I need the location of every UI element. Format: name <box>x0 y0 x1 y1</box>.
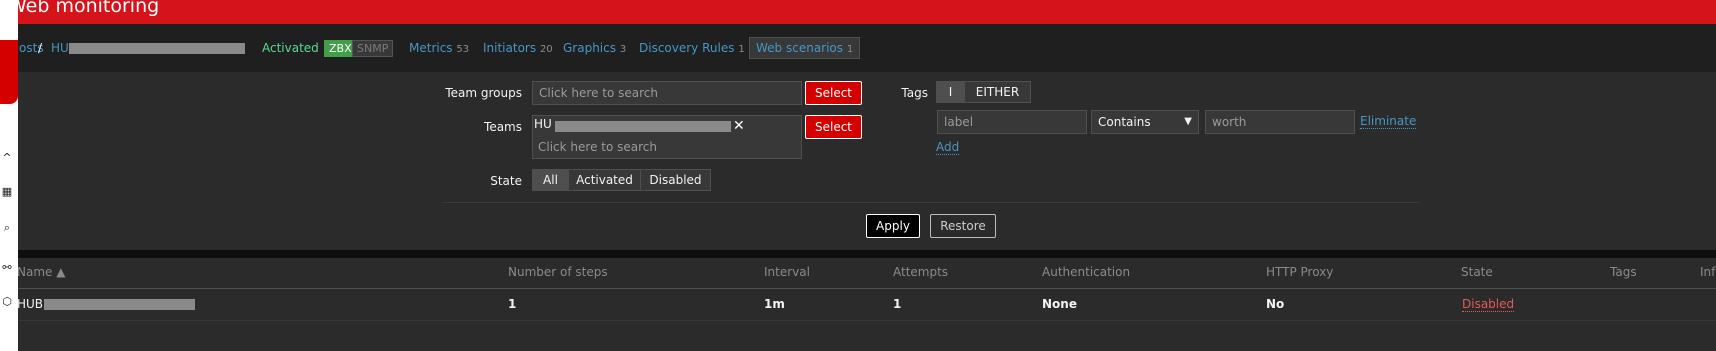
status-badge[interactable]: Disabled <box>1462 297 1515 312</box>
teams-chip: HU <box>534 117 552 135</box>
chevron-up-icon[interactable]: ^ <box>1 152 13 164</box>
restore-button[interactable]: Restore <box>930 214 996 238</box>
tab-label: Web scenarios <box>756 41 844 55</box>
column-name[interactable]: Name ▲ <box>17 265 65 279</box>
state-option-activated[interactable]: Activated <box>568 169 641 191</box>
tab-label: Graphics <box>563 41 616 55</box>
remove-chip-icon[interactable]: ✕ <box>733 119 745 133</box>
column-tags: Tags <box>1610 265 1637 279</box>
redacted-host-name <box>69 43 245 54</box>
table-row <box>0 289 1716 321</box>
snmp-badge: SNMP <box>352 40 394 57</box>
column-number-of-steps: Number of steps <box>508 265 608 279</box>
host-status[interactable]: Activated <box>262 41 319 55</box>
team-groups-label: Team groups <box>445 86 522 100</box>
teams-label: Teams <box>484 120 522 134</box>
row-name-link[interactable]: HUB <box>17 297 43 311</box>
tag-operator-value: Contains <box>1098 115 1151 129</box>
eliminate-tag-link[interactable]: Eliminate <box>1360 114 1417 129</box>
page-title: Web monitoring <box>8 0 160 17</box>
tags-mode-and[interactable]: I <box>936 81 965 103</box>
row-authentication: None <box>1042 297 1077 311</box>
row-interval: 1m <box>764 297 785 311</box>
teams-search-placeholder[interactable]: Click here to search <box>538 140 657 154</box>
tab-count: 1 <box>846 44 854 55</box>
tab-initiators[interactable]: Initiators 20 <box>483 41 553 55</box>
column-http-proxy: HTTP Proxy <box>1266 265 1334 279</box>
filter-divider <box>442 202 1420 203</box>
redacted-team-name <box>555 121 731 132</box>
tag-name-input[interactable]: label <box>937 110 1087 134</box>
tab-graphics[interactable]: Graphics 3 <box>563 41 626 55</box>
redacted-row-name <box>44 299 195 310</box>
teams-chip-label: HU <box>534 117 552 131</box>
tab-count: 53 <box>456 44 470 55</box>
state-option-disabled[interactable]: Disabled <box>640 169 711 191</box>
state-option-all[interactable]: All <box>532 169 569 191</box>
sidebar: ^ ▦ ⌕ ⚯ ⬡ <box>0 0 18 351</box>
sidebar-active-marker <box>0 40 18 104</box>
chevron-down-icon: ▼ <box>1184 116 1192 127</box>
tab-label: Initiators <box>483 41 537 55</box>
tab-metrics[interactable]: Metrics 53 <box>409 41 469 55</box>
column-attempts: Attempts <box>893 265 949 279</box>
teams-select-button[interactable]: Select <box>805 115 862 139</box>
table-separator <box>0 250 1716 258</box>
dashboard-icon[interactable]: ▦ <box>1 186 13 198</box>
column-info: Info <box>1700 265 1716 279</box>
row-state[interactable]: Disabled <box>1462 297 1515 312</box>
breadcrumb-separator: / <box>38 41 43 55</box>
page-header: Web monitoring <box>0 0 1716 24</box>
tags-mode-or[interactable]: EITHER <box>964 81 1031 103</box>
tab-count: 20 <box>539 44 553 55</box>
column-interval: Interval <box>764 265 810 279</box>
team-groups-select-button[interactable]: Select <box>805 81 862 105</box>
tab-count: 1 <box>738 44 745 55</box>
tab-web-scenarios[interactable]: Web scenarios 1 <box>749 37 861 59</box>
row-steps: 1 <box>508 297 517 311</box>
tab-count: 3 <box>619 44 627 55</box>
tab-label: Discovery Rules <box>639 41 735 55</box>
table-header <box>0 258 1716 289</box>
breadcrumb-host[interactable]: HU <box>51 41 69 55</box>
tab-discovery-rules[interactable]: Discovery Rules 1 <box>639 41 745 55</box>
share-icon[interactable]: ⚯ <box>1 262 13 274</box>
tag-operator-select[interactable]: Contains ▼ <box>1091 110 1199 134</box>
state-label: State <box>490 174 522 188</box>
tab-label: Metrics <box>409 41 453 55</box>
row-attempts: 1 <box>893 297 902 311</box>
tags-label: Tags <box>901 86 928 100</box>
search-icon[interactable]: ⌕ <box>1 222 13 234</box>
row-http-proxy: No <box>1266 297 1285 311</box>
add-tag-link[interactable]: Add <box>936 140 960 155</box>
tag-value-input[interactable]: worth <box>1205 110 1355 134</box>
apply-button[interactable]: Apply <box>866 214 920 238</box>
column-state[interactable]: State <box>1461 265 1493 279</box>
column-authentication: Authentication <box>1042 265 1131 279</box>
box-icon[interactable]: ⬡ <box>1 296 13 308</box>
team-groups-input[interactable]: Click here to search <box>532 81 802 105</box>
